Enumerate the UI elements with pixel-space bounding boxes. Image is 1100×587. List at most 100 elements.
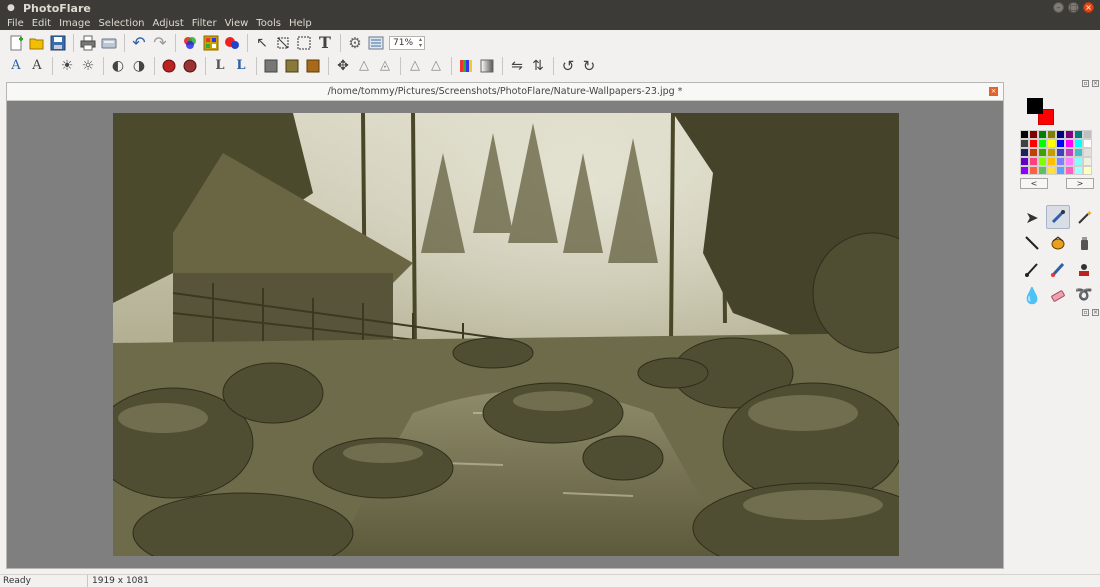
gamma-down-icon[interactable]: L xyxy=(231,56,251,76)
document-close-icon[interactable]: × xyxy=(989,87,998,96)
dock-float-icon[interactable]: ▫ xyxy=(1082,309,1089,316)
palette-swatch[interactable] xyxy=(1038,139,1047,148)
minimize-button[interactable]: – xyxy=(1053,2,1064,13)
blur-icon[interactable]: △ xyxy=(405,56,425,76)
scanner-icon[interactable] xyxy=(99,33,119,53)
saturation-up-icon[interactable] xyxy=(159,56,179,76)
palette-swatch[interactable] xyxy=(1047,157,1056,166)
palette-swatch[interactable] xyxy=(1056,166,1065,175)
menu-image[interactable]: Image xyxy=(55,18,94,29)
palette-next-button[interactable]: > xyxy=(1066,178,1094,189)
text-effect-icon[interactable]: A xyxy=(27,56,47,76)
image-canvas[interactable] xyxy=(113,113,899,556)
paint-bucket-tool-icon[interactable] xyxy=(1046,231,1070,255)
menu-help[interactable]: Help xyxy=(285,18,316,29)
blur-drop-tool-icon[interactable]: 💧 xyxy=(1020,283,1044,307)
maximize-button[interactable]: □ xyxy=(1068,2,1079,13)
rgb-colors-icon[interactable] xyxy=(180,33,200,53)
dock-close-icon[interactable]: × xyxy=(1092,309,1099,316)
zoom-select[interactable]: 71% ▴ ▾ xyxy=(389,35,425,50)
palette-swatch[interactable] xyxy=(1038,130,1047,139)
flip-horizontal-icon[interactable]: ⇋ xyxy=(507,56,527,76)
menu-selection[interactable]: Selection xyxy=(94,18,148,29)
color-balls-icon[interactable] xyxy=(222,33,242,53)
dock-float-icon[interactable]: ▫ xyxy=(1082,80,1089,87)
color-levels-icon[interactable] xyxy=(456,56,476,76)
brightness-down-icon[interactable]: ☼ xyxy=(78,56,98,76)
brightness-up-icon[interactable]: ☀ xyxy=(57,56,77,76)
crop-icon[interactable] xyxy=(273,33,293,53)
save-icon[interactable] xyxy=(48,33,68,53)
sepia-icon[interactable] xyxy=(282,56,302,76)
palette-grid-icon[interactable] xyxy=(201,33,221,53)
palette-swatch[interactable] xyxy=(1020,139,1029,148)
close-button[interactable]: × xyxy=(1083,2,1094,13)
contrast-down-icon[interactable]: ◑ xyxy=(129,56,149,76)
palette-swatch[interactable] xyxy=(1029,130,1038,139)
undo-icon[interactable]: ↶ xyxy=(129,33,149,53)
palette-swatch[interactable] xyxy=(1065,148,1074,157)
eraser-tool-icon[interactable] xyxy=(1046,283,1070,307)
smart-brush-tool-icon[interactable] xyxy=(1046,257,1070,281)
paint-brush-tool-icon[interactable] xyxy=(1020,257,1044,281)
pointer-tool-icon[interactable]: ➤ xyxy=(1020,205,1044,229)
zoom-spinner-icon[interactable]: ▴ ▾ xyxy=(419,36,424,49)
palette-swatch[interactable] xyxy=(1020,148,1029,157)
palette-swatch[interactable] xyxy=(1056,139,1065,148)
palette-swatch[interactable] xyxy=(1038,157,1047,166)
open-file-icon[interactable] xyxy=(27,33,47,53)
palette-swatch[interactable] xyxy=(1065,139,1074,148)
palette-swatch[interactable] xyxy=(1020,130,1029,139)
palette-swatch[interactable] xyxy=(1074,148,1083,157)
palette-swatch[interactable] xyxy=(1020,166,1029,175)
menu-filter[interactable]: Filter xyxy=(188,18,221,29)
palette-swatch[interactable] xyxy=(1038,166,1047,175)
palette-swatch[interactable] xyxy=(1074,139,1083,148)
palette-swatch[interactable] xyxy=(1065,166,1074,175)
rotate-ccw-icon[interactable]: ↺ xyxy=(558,56,578,76)
palette-swatch[interactable] xyxy=(1056,130,1065,139)
menu-view[interactable]: View xyxy=(221,18,253,29)
menu-file[interactable]: File xyxy=(3,18,28,29)
layers-icon[interactable] xyxy=(366,33,386,53)
pointer-icon[interactable]: ↖ xyxy=(252,33,272,53)
primary-color[interactable] xyxy=(1027,98,1043,114)
palette-swatch[interactable] xyxy=(1083,130,1092,139)
saturation-down-icon[interactable] xyxy=(180,56,200,76)
palette-swatch[interactable] xyxy=(1065,157,1074,166)
old-photo-icon[interactable] xyxy=(303,56,323,76)
gamma-up-icon[interactable]: L xyxy=(210,56,230,76)
rotate-cw-icon[interactable]: ↻ xyxy=(579,56,599,76)
palette-swatch[interactable] xyxy=(1083,166,1092,175)
line-tool-icon[interactable] xyxy=(1020,231,1044,255)
palette-swatch[interactable] xyxy=(1083,139,1092,148)
color-picker-tool-icon[interactable] xyxy=(1046,205,1070,229)
noise-icon[interactable]: △ xyxy=(426,56,446,76)
palette-swatch[interactable] xyxy=(1074,157,1083,166)
palette-swatch[interactable] xyxy=(1083,157,1092,166)
palette-swatch[interactable] xyxy=(1047,130,1056,139)
flip-vertical-icon[interactable]: ⇅ xyxy=(528,56,548,76)
grayscale-icon[interactable] xyxy=(261,56,281,76)
palette-swatch[interactable] xyxy=(1047,166,1056,175)
print-icon[interactable] xyxy=(78,33,98,53)
palette-swatch[interactable] xyxy=(1074,166,1083,175)
settings-icon[interactable]: ⚙ xyxy=(345,33,365,53)
new-file-icon[interactable] xyxy=(6,33,26,53)
palette-prev-button[interactable]: < xyxy=(1020,178,1048,189)
palette-swatch[interactable] xyxy=(1074,130,1083,139)
palette-swatch[interactable] xyxy=(1083,148,1092,157)
menu-tools[interactable]: Tools xyxy=(252,18,285,29)
palette-swatch[interactable] xyxy=(1065,130,1074,139)
menu-adjust[interactable]: Adjust xyxy=(149,18,188,29)
magic-wand-tool-icon[interactable]: ✦ xyxy=(1072,205,1096,229)
lasso-tool-icon[interactable]: ➰ xyxy=(1072,283,1096,307)
font-size-icon[interactable]: A xyxy=(6,56,26,76)
soften-icon[interactable]: ◬ xyxy=(375,56,395,76)
sharpen-icon[interactable]: △ xyxy=(354,56,374,76)
palette-swatch[interactable] xyxy=(1029,139,1038,148)
contrast-up-icon[interactable]: ◐ xyxy=(108,56,128,76)
gradient-icon[interactable] xyxy=(477,56,497,76)
canvas-area[interactable] xyxy=(7,101,1003,568)
stamp-tool-icon[interactable] xyxy=(1072,257,1096,281)
